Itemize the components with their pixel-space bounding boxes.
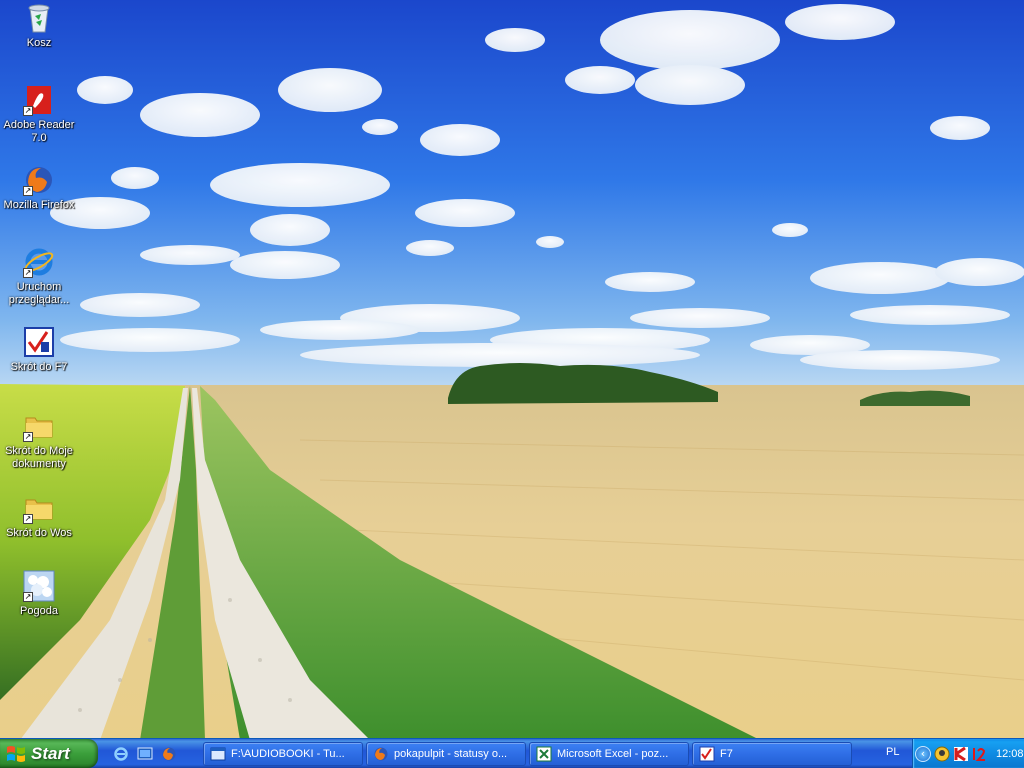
taskbar: Start F:\AUDIOBOOKI - Tu... pokapulpit -… — [0, 738, 1024, 768]
tray-gadu-gadu[interactable] — [972, 746, 988, 762]
gadu-gadu-12-icon — [973, 747, 986, 761]
desktop-icon-label: Pogoda — [20, 605, 58, 617]
ql-internet-explorer[interactable] — [112, 745, 130, 763]
ql-show-desktop[interactable] — [136, 745, 154, 763]
explorer-window-icon — [210, 747, 226, 761]
desktop-icon-label: Uruchom przeglądar... — [8, 281, 70, 306]
excel-icon — [536, 746, 552, 762]
f7-app-icon — [699, 746, 715, 762]
start-button[interactable]: Start — [0, 739, 98, 768]
recycle-bin-icon — [23, 2, 55, 34]
messenger-icon — [934, 746, 950, 761]
desktop-icon-f7[interactable]: Skrót do F7 — [0, 326, 78, 374]
ie-icon — [114, 747, 128, 761]
desktop-icon-label: Adobe Reader 7.0 — [3, 119, 75, 144]
task-button-label: F7 — [720, 748, 733, 760]
desktop-icon-moje-dokumenty[interactable]: ↗ Skrót do Moje dokumenty — [0, 410, 78, 471]
task-button-firefox[interactable]: pokapulpit - statusy o... — [366, 742, 526, 766]
system-tray: ‹ 12:08 — [912, 739, 1024, 768]
task-button-label: Microsoft Excel - poz... — [557, 748, 669, 760]
internet-explorer-icon: ↗ — [23, 246, 55, 278]
task-button-explorer[interactable]: F:\AUDIOBOOKI - Tu... — [203, 742, 363, 766]
desktop-icon-wos[interactable]: ↗ Skrót do Wos — [0, 492, 78, 540]
desktop: Kosz ↗ Adobe Reader 7.0 ↗ Mozilla Firefo… — [0, 0, 1024, 768]
firefox-icon — [162, 747, 176, 761]
tray-antivirus[interactable] — [953, 746, 969, 762]
desktop-icon-label: Mozilla Firefox — [3, 199, 75, 211]
desktop-icon-adobe-reader[interactable]: ↗ Adobe Reader 7.0 — [0, 84, 78, 145]
desktop-icon-label: Skrót do F7 — [10, 361, 68, 373]
desktop-icon-firefox[interactable]: ↗ Mozilla Firefox — [0, 164, 78, 212]
desktop-icon-label: Skrót do Moje dokumenty — [5, 445, 73, 470]
task-button-label: pokapulpit - statusy o... — [394, 748, 508, 760]
shortcut-arrow-icon: ↗ — [23, 592, 33, 602]
clock[interactable]: 12:08 — [996, 748, 1024, 760]
task-button-excel[interactable]: Microsoft Excel - poz... — [529, 742, 689, 766]
desktop-icon-label: Skrót do Wos — [6, 527, 72, 539]
desktop-icon-recycle-bin[interactable]: Kosz — [0, 2, 78, 50]
language-indicator[interactable]: PL — [886, 746, 899, 758]
shortcut-arrow-icon: ↗ — [23, 186, 33, 196]
task-buttons: F:\AUDIOBOOKI - Tu... pokapulpit - statu… — [203, 741, 852, 767]
folder-icon: ↗ — [23, 492, 55, 524]
task-button-label: F:\AUDIOBOOKI - Tu... — [231, 748, 345, 760]
task-button-f7[interactable]: F7 — [692, 742, 852, 766]
weather-icon: ↗ — [23, 570, 55, 602]
desktop-icon-pogoda[interactable]: ↗ Pogoda — [0, 570, 78, 618]
windows-logo-icon — [7, 745, 25, 762]
firefox-icon — [374, 747, 388, 761]
shortcut-arrow-icon: ↗ — [23, 514, 33, 524]
shortcut-arrow-icon: ↗ — [23, 268, 33, 278]
desktop-icon-label: Kosz — [26, 37, 52, 49]
folder-icon: ↗ — [23, 410, 55, 442]
show-hidden-icons-chevron-icon[interactable]: ‹ — [915, 745, 931, 762]
f7-app-icon — [23, 326, 55, 358]
ql-firefox[interactable] — [160, 745, 178, 763]
firefox-icon: ↗ — [23, 164, 55, 196]
shortcut-arrow-icon: ↗ — [23, 106, 33, 116]
wallpaper — [0, 0, 1024, 740]
tray-messenger[interactable] — [934, 746, 950, 762]
start-label: Start — [31, 743, 70, 763]
adobe-reader-icon: ↗ — [23, 84, 55, 116]
antivirus-k-icon — [954, 746, 968, 761]
shortcut-arrow-icon: ↗ — [23, 432, 33, 442]
quick-launch — [112, 743, 178, 765]
desktop-icon-internet-explorer[interactable]: ↗ Uruchom przeglądar... — [0, 246, 78, 307]
show-desktop-icon — [137, 747, 153, 760]
